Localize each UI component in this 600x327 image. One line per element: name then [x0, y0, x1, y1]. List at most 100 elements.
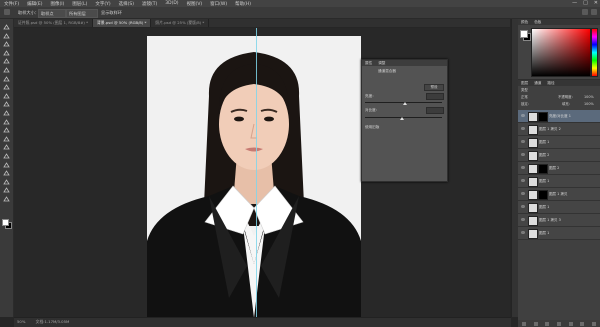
menu-3d[interactable]: 3D(D): [161, 1, 182, 6]
layer-thumbnail[interactable]: [528, 177, 538, 187]
blur-tool-icon[interactable]: [3, 127, 10, 133]
tab-adjustments[interactable]: 调整: [375, 60, 388, 66]
menu-type[interactable]: 文字(Y): [91, 1, 114, 7]
id-photo-image[interactable]: [147, 36, 361, 317]
add-mask-icon[interactable]: [545, 321, 550, 326]
menu-filter[interactable]: 滤镜(T): [138, 1, 161, 7]
brush-tool-icon[interactable]: [3, 84, 10, 90]
document-tab-1[interactable]: 证件照.psd @ 50% (图层 1, RGB/8#) *: [14, 19, 94, 27]
show-sampling-ring-checkbox[interactable]: 显示取样环: [99, 9, 124, 16]
eyedropper-tool-icon[interactable]: [3, 67, 10, 73]
document-tab-2[interactable]: 背景.psd @ 50% (RGB/8) *: [93, 19, 152, 27]
layer-kind-filter[interactable]: 类型: [521, 88, 528, 93]
eyedropper-tool-preset-icon[interactable]: [4, 9, 10, 15]
visibility-eye-icon[interactable]: [521, 192, 525, 195]
workspace-icon[interactable]: [591, 9, 597, 15]
layer-row[interactable]: 图层 1: [518, 227, 600, 240]
document-tab-3[interactable]: 照片.psd @ 25% (蒙版/8) *: [151, 19, 210, 27]
link-layers-icon[interactable]: [521, 321, 526, 326]
layer-mask-thumbnail[interactable]: [538, 112, 548, 122]
layer-row[interactable]: 图层 2: [518, 149, 600, 162]
layer-thumbnail[interactable]: [528, 190, 538, 200]
pen-tool-icon[interactable]: [3, 144, 10, 150]
menu-image[interactable]: 图像(I): [46, 1, 68, 7]
brightness-slider-handle[interactable]: [403, 102, 407, 105]
foreground-color-swatch[interactable]: [520, 30, 528, 38]
layer-row[interactable]: 图层 2: [518, 162, 600, 175]
visibility-eye-icon[interactable]: [521, 114, 525, 117]
menu-file[interactable]: 文件(F): [0, 1, 23, 7]
layer-row[interactable]: 亮度/对比度 1: [518, 110, 600, 123]
group-icon[interactable]: [568, 321, 573, 326]
fg-bg-swatches[interactable]: [520, 30, 531, 41]
layer-mask-thumbnail[interactable]: [538, 190, 548, 200]
visibility-eye-icon[interactable]: [521, 140, 525, 143]
trash-icon[interactable]: [592, 321, 597, 326]
eraser-tool-icon[interactable]: [3, 110, 10, 116]
visibility-eye-icon[interactable]: [521, 166, 525, 169]
visibility-eye-icon[interactable]: [521, 153, 525, 156]
tab-channels[interactable]: 通道: [531, 80, 544, 86]
layer-row[interactable]: 图层 1 拷贝 3: [518, 214, 600, 227]
zoom-tool-icon[interactable]: [3, 187, 10, 193]
visibility-eye-icon[interactable]: [521, 179, 525, 182]
sample-layers-select[interactable]: 所有图层: [66, 9, 98, 18]
toolbar-foreground-color[interactable]: [2, 219, 9, 226]
legacy-checkbox[interactable]: 使用旧版: [365, 125, 379, 130]
visibility-eye-icon[interactable]: [521, 127, 525, 130]
tab-swatches[interactable]: 色板: [531, 19, 544, 25]
shape-tool-icon[interactable]: [3, 170, 10, 176]
opacity-value[interactable]: 100%: [584, 95, 594, 100]
new-layer-icon[interactable]: [580, 321, 585, 326]
dodge-tool-icon[interactable]: [3, 136, 10, 142]
blend-mode-select[interactable]: 正常: [521, 95, 528, 100]
contrast-field[interactable]: [426, 107, 444, 114]
zoom-readout[interactable]: 50%: [17, 319, 25, 324]
visibility-eye-icon[interactable]: [521, 218, 525, 221]
layer-thumbnail[interactable]: [528, 138, 538, 148]
layer-thumbnail[interactable]: [528, 125, 538, 135]
marquee-tool-icon[interactable]: [3, 32, 10, 39]
menu-select[interactable]: 选择(S): [115, 1, 138, 7]
menu-window[interactable]: 窗口(W): [206, 1, 231, 7]
layer-row[interactable]: 图层 1: [518, 175, 600, 188]
layer-thumbnail[interactable]: [528, 203, 538, 213]
menu-view[interactable]: 视图(V): [183, 1, 207, 7]
tab-color[interactable]: 颜色: [518, 19, 531, 25]
guide-line[interactable]: [256, 28, 257, 317]
tab-paths[interactable]: 路径: [544, 80, 557, 86]
layer-mask-thumbnail[interactable]: [538, 164, 548, 174]
layer-thumbnail[interactable]: [528, 164, 538, 174]
quick-select-tool-icon[interactable]: [3, 50, 10, 56]
layer-row[interactable]: 图层 1: [518, 201, 600, 214]
tab-layers[interactable]: 图层: [518, 80, 531, 86]
contrast-slider-handle[interactable]: [400, 117, 404, 120]
menu-layer[interactable]: 图层(L): [68, 1, 91, 7]
search-icon[interactable]: [582, 9, 588, 15]
crop-tool-icon[interactable]: [3, 58, 10, 64]
history-brush-icon[interactable]: [3, 101, 10, 107]
layer-thumbnail[interactable]: [528, 112, 538, 122]
preset-button[interactable]: 预设: [424, 84, 444, 91]
move-tool-icon[interactable]: [3, 24, 10, 30]
sample-size-select[interactable]: 取样点: [38, 9, 66, 18]
minimize-button[interactable]: —: [572, 0, 577, 6]
layer-thumbnail[interactable]: [528, 229, 538, 239]
layer-row[interactable]: 图层 1 拷贝 2: [518, 123, 600, 136]
hue-slider[interactable]: [591, 28, 598, 77]
layer-thumbnail[interactable]: [528, 151, 538, 161]
healing-brush-icon[interactable]: [3, 75, 10, 82]
fill-value[interactable]: 100%: [584, 102, 594, 107]
visibility-eye-icon[interactable]: [521, 231, 525, 234]
maximize-button[interactable]: □: [583, 0, 588, 6]
hand-tool-icon[interactable]: [3, 179, 10, 185]
layer-row[interactable]: 图层 1 拷贝: [518, 188, 600, 201]
visibility-eye-icon[interactable]: [521, 205, 525, 208]
clone-stamp-icon[interactable]: [3, 93, 10, 99]
fx-icon[interactable]: [533, 321, 538, 326]
layer-thumbnail[interactable]: [528, 216, 538, 226]
type-tool-icon[interactable]: [3, 153, 10, 159]
gradient-tool-icon[interactable]: [3, 118, 10, 125]
brightness-field[interactable]: [426, 93, 444, 100]
layer-row[interactable]: 图层 1: [518, 136, 600, 149]
